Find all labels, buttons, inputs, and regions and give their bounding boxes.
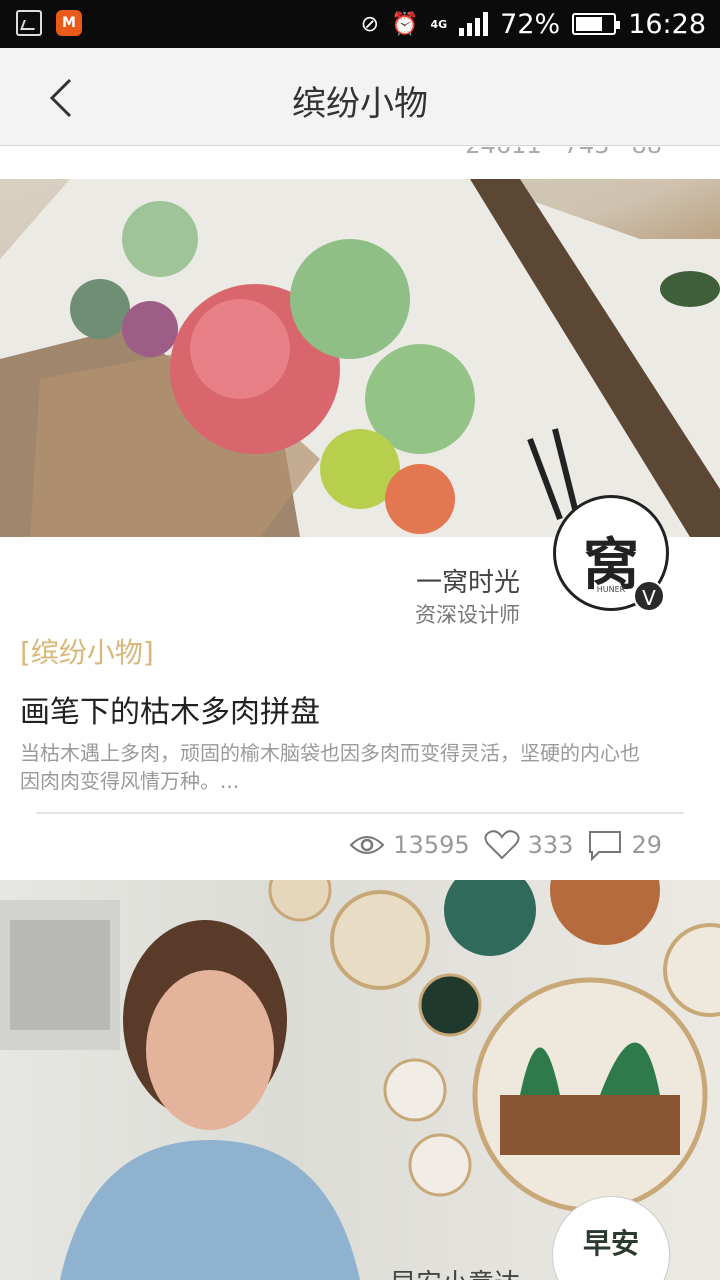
article-title[interactable]: 画笔下的枯木多肉拼盘: [20, 687, 320, 731]
gallery-notification-icon: [16, 10, 42, 36]
signal-icon: [459, 12, 489, 36]
article-feed[interactable]: 24611 743 88 窝 HUNER V 一窝时: [0, 147, 720, 1280]
alarm-icon: ⏰: [391, 11, 419, 37]
battery-icon: [572, 13, 621, 35]
clock: 16:28: [628, 8, 706, 40]
previous-card-stats: 24611 743 88: [0, 147, 720, 177]
comments-count: 29: [631, 831, 662, 859]
heart-icon: [484, 830, 520, 860]
verified-badge: V: [633, 580, 665, 612]
likes-count: 333: [527, 831, 574, 859]
eye-icon: [349, 836, 385, 854]
views-count: 24611: [465, 147, 541, 159]
page-title: 缤纷小物: [292, 84, 428, 124]
comments-stat[interactable]: 29: [587, 829, 662, 861]
author-role: 资深设计师: [415, 603, 520, 627]
author-name[interactable]: 一窝时光: [416, 562, 520, 599]
comments-count: 88: [631, 147, 662, 159]
article-excerpt[interactable]: 当枯木遇上多肉，顽固的榆木脑袋也因多肉而变得灵活，坚硬的内心也因肉肉变得风情万种…: [20, 739, 640, 795]
network-type: 4G: [430, 17, 448, 31]
app-header: 缤纷小物: [0, 48, 720, 146]
views-stat: 13595: [349, 831, 470, 859]
app-notification-icon: M: [56, 10, 82, 36]
views-count: 13595: [393, 831, 470, 859]
vibrate-off-icon: ⊘: [360, 11, 380, 37]
status-bar: M ⊘ ⏰ 4G 72% 16:28: [0, 0, 720, 48]
article-stats: 13595 333 29: [349, 829, 662, 861]
comment-icon: [589, 831, 622, 861]
category-tag[interactable]: [缤纷小物]: [20, 631, 154, 671]
divider: [36, 812, 684, 814]
likes-count: 743: [564, 147, 610, 159]
article-cover-image[interactable]: [0, 179, 720, 537]
likes-stat[interactable]: 333: [484, 829, 574, 861]
author-name[interactable]: 早安小意达: [390, 1263, 520, 1280]
battery-percent: 72%: [500, 8, 561, 40]
succulent-painting-image: [0, 179, 720, 537]
